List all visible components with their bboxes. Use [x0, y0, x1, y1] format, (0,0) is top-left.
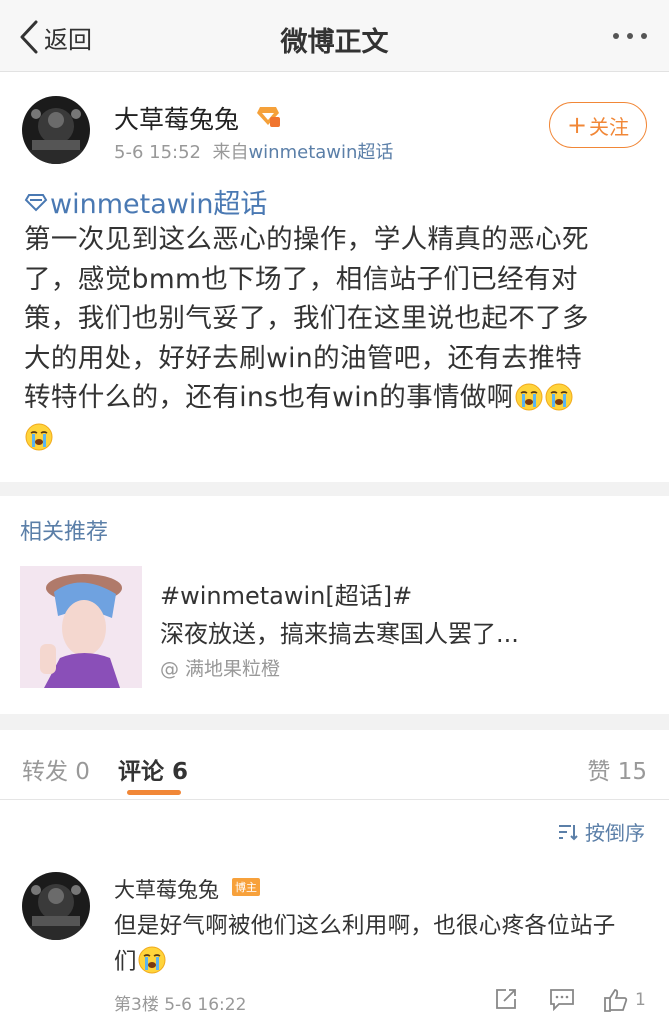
crying-emoji-icon	[138, 946, 166, 974]
post-body: 第一次见到这么恶心的操作，学人精真的恶心死 了，感觉bmm也下场了，相信站子们已…	[24, 220, 644, 457]
follow-button[interactable]: + 关注	[549, 102, 647, 148]
supertopic-link[interactable]: winmetawin超话	[24, 182, 267, 221]
crying-emoji-icon	[515, 383, 543, 411]
reply-icon[interactable]	[549, 987, 575, 1011]
author-name[interactable]: 大草莓兔兔	[114, 100, 239, 136]
thumbs-up-icon	[604, 989, 628, 1012]
interaction-tabs: 转发 0 评论 6 赞 15	[0, 730, 669, 800]
post-meta: 5-6 15:52 来自winmetawin超话	[114, 138, 393, 164]
section-divider	[0, 482, 669, 496]
comment-text: 但是好气啊被他们这么利用啊，也很心疼各位站子 们	[114, 908, 649, 980]
related-header: 相关推荐	[20, 520, 109, 545]
author-badge: 博主	[232, 878, 260, 896]
tab-comment[interactable]: 评论 6	[118, 752, 188, 786]
post-line: 转特什么的，还有ins也有win的事情做啊	[24, 382, 514, 413]
comment-line: 们	[114, 949, 137, 975]
follow-label: 关注	[589, 114, 630, 139]
dot-icon	[641, 33, 647, 39]
page-title: 微博正文	[280, 27, 389, 58]
related-card[interactable]: #winmetawin[超话]# 深夜放送，搞来搞去寒国人罢了... @ 满地果…	[20, 566, 648, 691]
post-line: 策，我们也别气妥了，我们在这里说也起不了多	[24, 303, 589, 334]
tab-like[interactable]: 赞 15	[587, 752, 647, 786]
related-desc: 深夜放送，搞来搞去寒国人罢了...	[160, 620, 519, 648]
section-divider	[0, 714, 669, 730]
comment-like-button[interactable]: 1	[603, 987, 646, 1013]
diamond-icon	[24, 193, 48, 211]
comment-line: 但是好气啊被他们这么利用啊，也很心疼各位站子	[114, 913, 616, 939]
comment-meta: 第3楼 5-6 16:22	[114, 995, 247, 1015]
share-icon[interactable]	[494, 987, 518, 1011]
sort-button[interactable]: 按倒序	[557, 817, 645, 846]
commenter-name[interactable]: 大草莓兔兔	[114, 874, 219, 904]
more-options-button[interactable]	[613, 33, 647, 39]
comment-item: 大草莓兔兔 博主 但是好气啊被他们这么利用啊，也很心疼各位站子 们 第3楼 5-…	[0, 862, 669, 1024]
post-time: 5-6 15:52	[114, 142, 201, 163]
active-tab-indicator	[127, 790, 181, 795]
plus-icon: +	[566, 111, 588, 139]
commenter-avatar[interactable]	[22, 872, 90, 940]
author-avatar[interactable]	[22, 96, 90, 164]
vip-diamond-icon	[257, 107, 280, 127]
sort-label: 按倒序	[585, 821, 645, 845]
sort-icon	[559, 824, 578, 840]
source-prefix: 来自	[212, 142, 249, 163]
post-line: 了，感觉bmm也下场了，相信站子们已经有对	[24, 263, 578, 295]
crying-emoji-icon	[25, 423, 53, 451]
dot-icon	[613, 33, 619, 39]
dot-icon	[627, 33, 633, 39]
tab-repost[interactable]: 转发 0	[22, 752, 90, 786]
related-thumbnail	[20, 566, 142, 688]
related-title: #winmetawin[超话]#	[160, 582, 413, 610]
post-line: 大的用处，好好去刷win的油管吧，还有去推特	[24, 342, 583, 374]
crying-emoji-icon	[545, 383, 573, 411]
comment-like-count: 1	[635, 990, 646, 1010]
related-author: @ 满地果粒橙	[160, 658, 281, 680]
post-line: 第一次见到这么恶心的操作，学人精真的恶心死	[24, 224, 589, 255]
related-recommendations: 相关推荐 #winmetawin[超话]# 深夜放送，搞来搞去寒国人罢了... …	[0, 496, 669, 714]
top-navbar: 返回 微博正文	[0, 0, 669, 72]
weibo-post: 大草莓兔兔 5-6 15:52 来自winmetawin超话 + 关注 winm…	[0, 72, 669, 482]
supertopic-label: winmetawin超话	[50, 189, 268, 220]
source-link[interactable]: winmetawin超话	[248, 142, 393, 163]
